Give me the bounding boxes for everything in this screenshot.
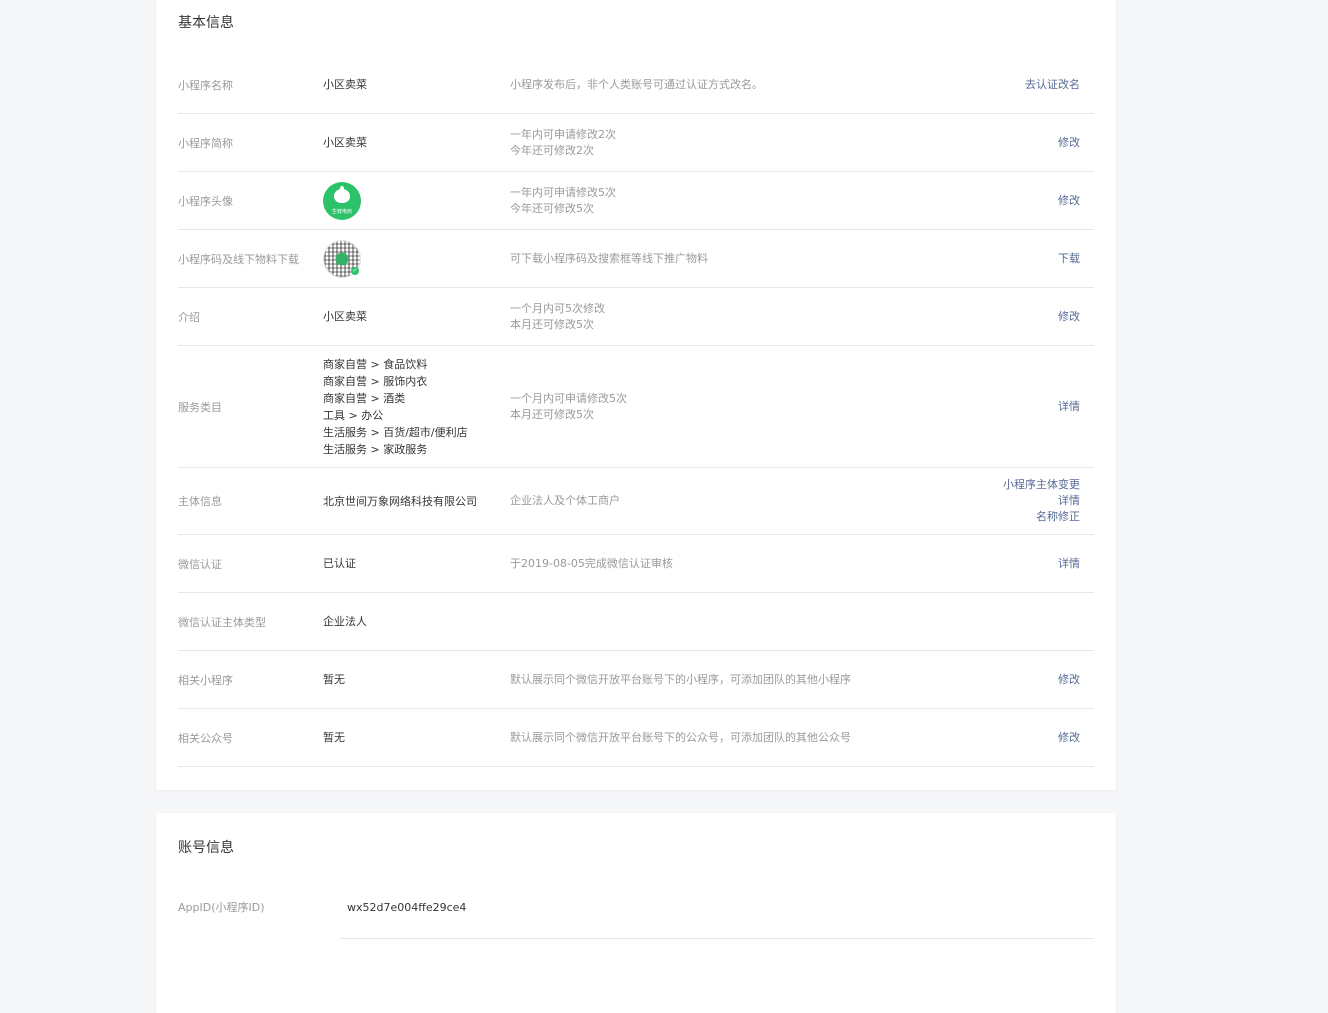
row-desc-line: 一个月内可5次修改 <box>510 301 605 315</box>
row-value: 暂无 <box>323 731 345 744</box>
row-label: 相关小程序 <box>178 673 233 687</box>
entity-change-link[interactable]: 小程序主体变更 <box>1003 477 1080 493</box>
row-appid: AppID(小程序ID) wx52d7e004ffe29ce4 <box>178 875 1094 939</box>
row-intro: 介绍 小区卖菜 一个月内可5次修改 本月还可修改5次 修改 <box>178 288 1094 346</box>
row-label: 服务类目 <box>178 400 222 414</box>
category-details-link[interactable]: 详情 <box>1058 399 1080 415</box>
row-desc: 企业法人及个体工商户 <box>510 493 1003 509</box>
row-desc: 默认展示同个微信开放平台账号下的公众号，可添加团队的其他公众号 <box>510 730 1058 746</box>
verify-rename-link[interactable]: 去认证改名 <box>1025 77 1080 93</box>
row-desc: 可下载小程序码及搜索框等线下推广物料 <box>510 251 1058 267</box>
row-desc-line: 默认展示同个微信开放平台账号下的小程序，可添加团队的其他小程序 <box>510 672 851 686</box>
row-value: 企业法人 <box>323 615 367 628</box>
row-desc-line: 默认展示同个微信开放平台账号下的公众号，可添加团队的其他公众号 <box>510 730 851 744</box>
row-label: 小程序码及线下物料下载 <box>178 252 299 266</box>
row-app-avatar: 小程序头像 生鲜电商 一年内可申请修改5次 今年还可修改5次 修改 <box>178 172 1094 230</box>
category-item: 商家自营 > 酒类 <box>323 391 406 405</box>
row-actions: 修改 <box>1058 730 1094 746</box>
appid-value: wx52d7e004ffe29ce4 <box>347 900 467 914</box>
row-related-official-accounts: 相关公众号 暂无 默认展示同个微信开放平台账号下的公众号，可添加团队的其他公众号… <box>178 709 1094 767</box>
row-actions: 详情 <box>1058 556 1094 572</box>
row-desc: 小程序发布后，非个人类账号可通过认证方式改名。 <box>510 77 1025 93</box>
row-value: 小区卖菜 <box>323 78 367 91</box>
row-desc-line: 于2019-08-05完成微信认证审核 <box>510 556 673 570</box>
row-value: 小区卖菜 <box>323 310 367 323</box>
edit-intro-link[interactable]: 修改 <box>1058 309 1080 325</box>
row-wechat-verification: 微信认证 已认证 于2019-08-05完成微信认证审核 详情 <box>178 535 1094 593</box>
row-actions: 下载 <box>1058 251 1094 267</box>
avatar-fruit-shape <box>334 188 350 203</box>
row-label: 小程序头像 <box>178 194 233 208</box>
category-item: 生活服务 > 百货/超市/便利店 <box>323 425 468 439</box>
row-desc-line: 一个月内可申请修改5次 <box>510 391 627 405</box>
avatar-text: 生鲜电商 <box>331 208 352 215</box>
row-label: 微信认证 <box>178 557 222 571</box>
app-avatar-icon: 生鲜电商 <box>323 181 361 220</box>
edit-related-mini-programs-link[interactable]: 修改 <box>1058 672 1080 688</box>
row-label: 主体信息 <box>178 495 222 508</box>
row-desc-line: 今年还可修改2次 <box>510 143 594 157</box>
edit-short-name-link[interactable]: 修改 <box>1058 135 1080 151</box>
edit-related-official-accounts-link[interactable]: 修改 <box>1058 730 1080 746</box>
row-actions: 去认证改名 <box>1025 77 1094 93</box>
category-item: 生活服务 > 家政服务 <box>323 442 428 456</box>
row-desc: 默认展示同个微信开放平台账号下的小程序，可添加团队的其他小程序 <box>510 672 1058 688</box>
row-label: AppID(小程序ID) <box>178 901 265 914</box>
row-desc-line: 本月还可修改5次 <box>510 407 594 421</box>
edit-avatar-link[interactable]: 修改 <box>1058 193 1080 209</box>
row-service-categories: 服务类目 商家自营 > 食品饮料 商家自营 > 服饰内衣 商家自营 > 酒类 工… <box>178 346 1094 468</box>
row-label: 小程序名称 <box>178 78 233 92</box>
row-actions: 详情 <box>1058 399 1094 415</box>
row-actions: 小程序主体变更 详情 名称修正 <box>1003 477 1094 525</box>
row-desc-line: 小程序发布后，非个人类账号可通过认证方式改名。 <box>510 77 763 91</box>
row-label: 小程序简称 <box>178 136 233 150</box>
mini-program-code-icon: ✓ <box>323 239 361 278</box>
row-value: 生鲜电商 <box>323 181 510 220</box>
name-correction-link[interactable]: 名称修正 <box>1003 509 1080 525</box>
download-link[interactable]: 下载 <box>1058 251 1080 267</box>
row-desc-line: 本月还可修改5次 <box>510 317 594 331</box>
row-app-name: 小程序名称 小区卖菜 小程序发布后，非个人类账号可通过认证方式改名。 去认证改名 <box>178 56 1094 114</box>
row-desc-line: 一年内可申请修改5次 <box>510 185 616 199</box>
row-value: 暂无 <box>323 673 345 686</box>
check-icon: ✓ <box>351 266 359 275</box>
row-value: 北京世间万象网络科技有限公司 <box>323 494 477 508</box>
category-item: 工具 > 办公 <box>323 408 384 422</box>
row-value: 已认证 <box>323 557 356 570</box>
row-actions: 修改 <box>1058 309 1094 325</box>
row-desc-line: 可下载小程序码及搜索框等线下推广物料 <box>510 251 708 265</box>
row-desc: 一年内可申请修改5次 今年还可修改5次 <box>510 185 1058 217</box>
row-actions: 修改 <box>1058 193 1094 209</box>
row-entity-info: 主体信息 北京世间万象网络科技有限公司 企业法人及个体工商户 小程序主体变更 详… <box>178 468 1094 535</box>
category-list: 商家自营 > 食品饮料 商家自营 > 服饰内衣 商家自营 > 酒类 工具 > 办… <box>323 356 510 458</box>
category-item: 商家自营 > 服饰内衣 <box>323 374 428 388</box>
basic-info-title: 基本信息 <box>178 15 234 31</box>
row-label: 微信认证主体类型 <box>178 615 266 629</box>
row-desc: 一年内可申请修改2次 今年还可修改2次 <box>510 127 1058 159</box>
row-desc-line: 今年还可修改5次 <box>510 201 594 215</box>
row-value: 小区卖菜 <box>323 136 367 149</box>
row-related-mini-programs: 相关小程序 暂无 默认展示同个微信开放平台账号下的小程序，可添加团队的其他小程序… <box>178 651 1094 709</box>
account-info-title: 账号信息 <box>178 840 234 856</box>
row-label: 相关公众号 <box>178 731 233 745</box>
account-info-rows: AppID(小程序ID) wx52d7e004ffe29ce4 <box>178 875 1094 939</box>
row-actions: 修改 <box>1058 672 1094 688</box>
basic-info-card: 基本信息 小程序名称 小区卖菜 小程序发布后，非个人类账号可通过认证方式改名。 … <box>156 0 1116 790</box>
row-verification-entity-type: 微信认证主体类型 企业法人 <box>178 593 1094 651</box>
row-desc: 一个月内可申请修改5次 本月还可修改5次 <box>510 391 1058 423</box>
row-label: 介绍 <box>178 310 200 324</box>
account-info-card: 账号信息 AppID(小程序ID) wx52d7e004ffe29ce4 <box>156 813 1116 1013</box>
row-app-short-name: 小程序简称 小区卖菜 一年内可申请修改2次 今年还可修改2次 修改 <box>178 114 1094 172</box>
category-item: 商家自营 > 食品饮料 <box>323 357 428 371</box>
verification-details-link[interactable]: 详情 <box>1058 556 1080 572</box>
row-value: ✓ <box>323 239 510 278</box>
row-desc: 一个月内可5次修改 本月还可修改5次 <box>510 301 1058 333</box>
row-desc-line: 企业法人及个体工商户 <box>510 494 620 507</box>
entity-details-link[interactable]: 详情 <box>1003 493 1080 509</box>
row-mini-program-code: 小程序码及线下物料下载 ✓ 可下载小程序码及搜索框等线下推广物料 下载 <box>178 230 1094 288</box>
basic-info-rows: 小程序名称 小区卖菜 小程序发布后，非个人类账号可通过认证方式改名。 去认证改名… <box>178 56 1094 767</box>
row-actions: 修改 <box>1058 135 1094 151</box>
row-desc: 于2019-08-05完成微信认证审核 <box>510 556 1058 572</box>
row-desc-line: 一年内可申请修改2次 <box>510 127 616 141</box>
